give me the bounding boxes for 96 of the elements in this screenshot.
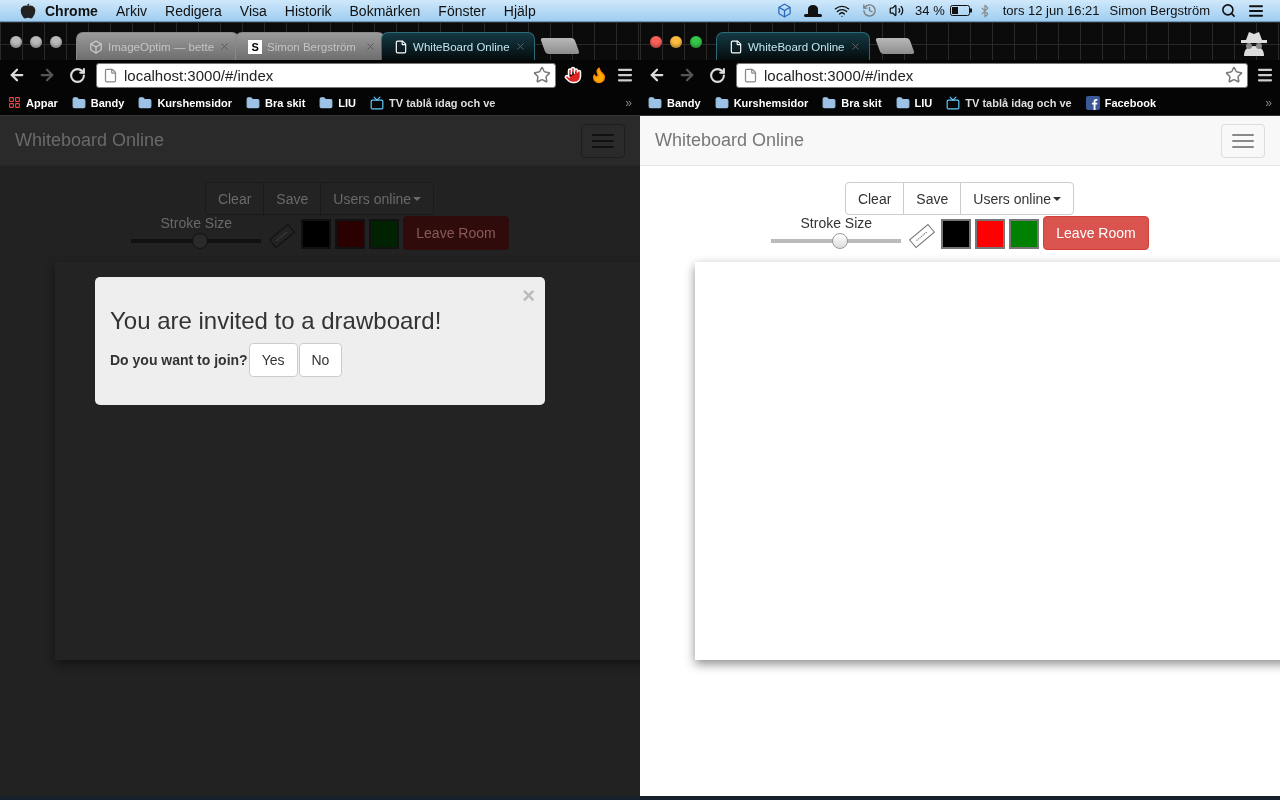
apps-icon: [8, 96, 21, 109]
bookmark-link[interactable]: TV tablå idag och ve: [389, 96, 496, 109]
list-icon[interactable]: [1248, 2, 1264, 19]
join-question: Do you want to join?: [110, 352, 248, 368]
bookmark-link[interactable]: Facebook: [1104, 96, 1156, 109]
user-name[interactable]: Simon Bergström: [1104, 3, 1215, 18]
color-swatch[interactable]: [369, 219, 400, 249]
forward-icon[interactable]: [678, 66, 696, 84]
bookmark-link[interactable]: Bra skit: [841, 96, 882, 109]
browser-tab[interactable]: WhiteBoard Online: [716, 32, 870, 60]
menu-item[interactable]: Visa: [230, 2, 276, 19]
bookmark-link[interactable]: TV tablå idag och ve: [965, 96, 1072, 109]
page-icon: [394, 39, 409, 54]
folder-icon: [71, 95, 86, 110]
toolbar-button[interactable]: Clear: [844, 182, 905, 215]
color-swatch[interactable]: [975, 219, 1006, 249]
new-tab-button[interactable]: [874, 38, 915, 54]
menu-item[interactable]: Arkiv: [106, 2, 157, 19]
window-controls-icon[interactable]: [650, 36, 702, 48]
dropdown-button[interactable]: Users online: [960, 182, 1075, 215]
forward-icon[interactable]: [38, 66, 56, 84]
search-icon[interactable]: [1221, 3, 1236, 18]
bookmark-link[interactable]: Bandy: [90, 96, 125, 109]
tv-icon: [946, 95, 961, 110]
bookmark-link[interactable]: Bra skit: [265, 96, 306, 109]
window-controls-icon[interactable]: [10, 36, 62, 48]
close-icon[interactable]: [514, 41, 526, 52]
page-icon: [743, 67, 758, 83]
clock-icon[interactable]: [862, 3, 878, 18]
star-icon[interactable]: [533, 66, 551, 84]
new-tab-button[interactable]: [539, 38, 580, 54]
flame-icon[interactable]: [590, 66, 608, 84]
reload-icon[interactable]: [708, 66, 726, 84]
folder-icon: [319, 95, 334, 110]
folder-icon: [895, 95, 910, 110]
brand-title[interactable]: Whiteboard Online: [655, 130, 805, 151]
site-icon: S: [248, 39, 263, 54]
color-swatch[interactable]: [301, 219, 332, 249]
answer-button[interactable]: No: [298, 343, 343, 377]
toolbar-button[interactable]: Save: [903, 182, 962, 215]
bookmark-link[interactable]: Kurshemsidor: [157, 96, 232, 109]
leave-room-button[interactable]: Leave Room: [1043, 216, 1149, 250]
menu-toggle-button[interactable]: [581, 123, 625, 158]
menu-item[interactable]: Hjälp: [494, 2, 545, 19]
slider-thumb[interactable]: [832, 233, 849, 249]
browser-tab[interactable]: WhiteBoard Online: [381, 32, 535, 60]
hat-icon[interactable]: [804, 4, 823, 17]
stroke-size-label: Stroke Size: [160, 215, 233, 231]
hand-icon[interactable]: [564, 66, 582, 84]
volume-icon[interactable]: [889, 3, 905, 18]
folder-icon: [138, 95, 153, 110]
page-icon: [103, 67, 118, 83]
back-icon[interactable]: [8, 66, 26, 84]
star-icon[interactable]: [1225, 66, 1243, 84]
bookmark-link[interactable]: Appar: [26, 96, 58, 109]
address-field[interactable]: localhost:3000/#/index: [736, 62, 1248, 88]
app-icon: [89, 39, 103, 54]
dialog-title: You are invited to a drawboard!: [110, 307, 443, 335]
folder-icon: [246, 95, 260, 110]
bookmark-link[interactable]: Bandy: [667, 96, 701, 109]
menu-item[interactable]: Redigera: [156, 2, 231, 19]
menu-icon[interactable]: [616, 66, 634, 84]
slider-thumb[interactable]: [192, 233, 209, 249]
color-swatch[interactable]: [335, 219, 366, 249]
apple-icon[interactable]: [20, 2, 36, 19]
folder-icon: [714, 95, 729, 110]
menu-item[interactable]: Bokmärken: [340, 2, 430, 19]
folder-icon: [648, 95, 662, 110]
caret-icon: [413, 196, 422, 201]
back-icon[interactable]: [648, 66, 666, 84]
caret-icon: [1053, 196, 1062, 201]
tv-icon: [370, 95, 385, 110]
close-icon[interactable]: [849, 41, 861, 52]
battery-icon[interactable]: [949, 5, 972, 16]
address-field[interactable]: localhost:3000/#/index: [96, 62, 556, 88]
bookmarks-overflow[interactable]: »: [1265, 95, 1272, 110]
answer-button[interactable]: Yes: [248, 343, 298, 377]
page-icon: [729, 39, 743, 54]
menu-item[interactable]: Fönster: [429, 2, 495, 19]
app-menu[interactable]: Chrome: [36, 2, 107, 19]
incognito-icon: [1238, 30, 1270, 56]
bookmark-link[interactable]: LIU: [338, 96, 357, 109]
folder-icon: [822, 95, 837, 110]
reload-icon[interactable]: [68, 66, 86, 84]
menu-item[interactable]: Historik: [275, 2, 341, 19]
facebook-icon: [1085, 95, 1100, 110]
box-icon[interactable]: [777, 3, 793, 18]
bookmark-link[interactable]: LIU: [914, 96, 933, 109]
bookmark-link[interactable]: Kurshemsidor: [733, 96, 809, 109]
color-swatch[interactable]: [941, 219, 972, 249]
stroke-size-label: Stroke Size: [800, 215, 873, 231]
color-swatch[interactable]: [1009, 219, 1040, 249]
battery-percent: 34 %: [914, 3, 946, 18]
clock-text[interactable]: tors 12 jun 16:21: [997, 3, 1105, 18]
bookmarks-overflow[interactable]: »: [625, 95, 632, 110]
menu-icon[interactable]: [1256, 66, 1274, 84]
